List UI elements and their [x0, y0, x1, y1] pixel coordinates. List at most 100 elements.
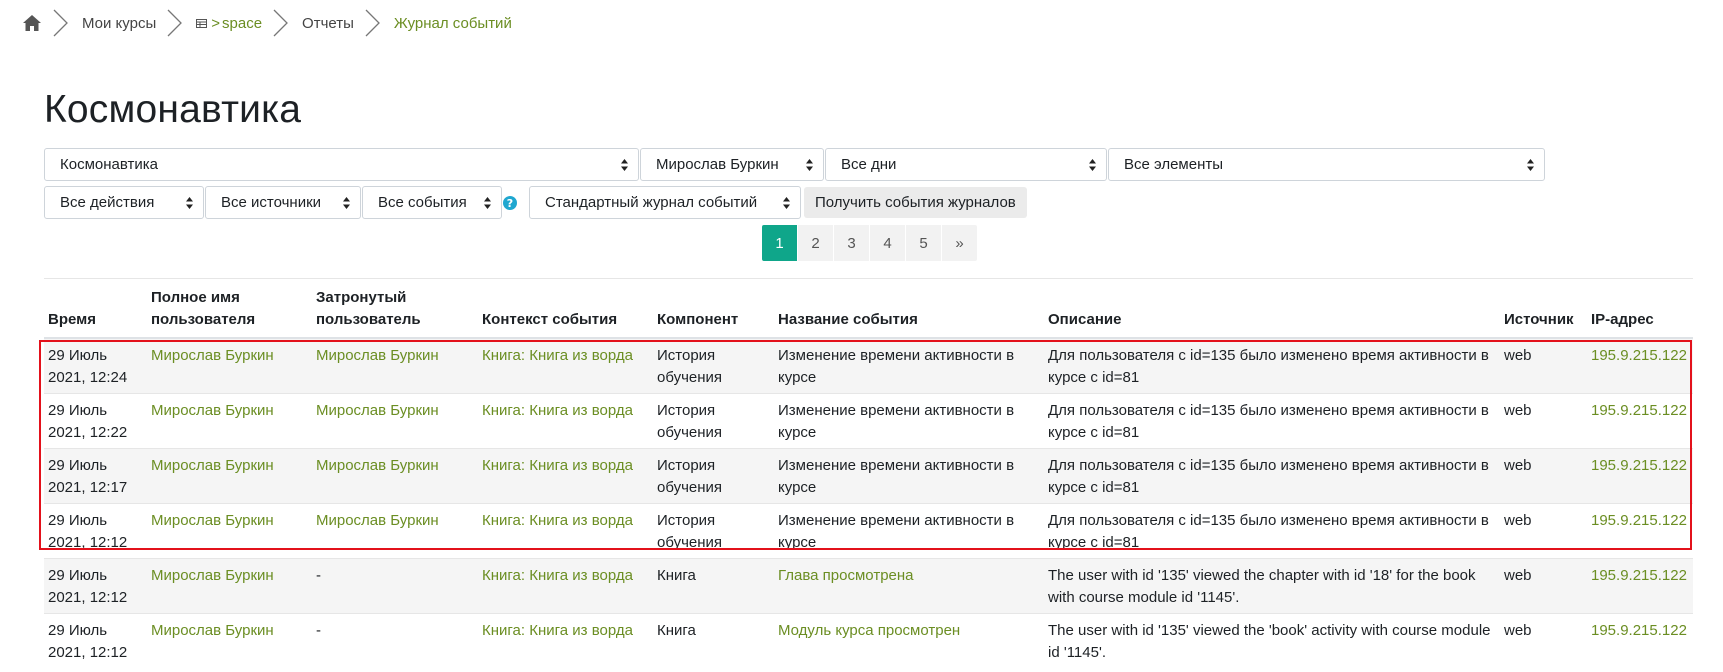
cell-component: История обучения: [653, 503, 774, 559]
breadcrumb-separator-icon: [53, 9, 68, 37]
origin-select-value: Все источники: [221, 194, 322, 211]
cell-ip-link[interactable]: 195.9.215.122: [1591, 512, 1687, 529]
breadcrumb-course-gt: >: [211, 14, 221, 32]
cell-user-link[interactable]: Мирослав Буркин: [151, 457, 274, 474]
header-origin[interactable]: Источник: [1500, 283, 1587, 339]
action-select[interactable]: Все действия: [44, 186, 204, 219]
select-arrows-icon: [186, 196, 193, 209]
cell-context-link[interactable]: Книга: Книга из ворда: [482, 402, 633, 419]
header-affected-user[interactable]: Затронутый пользователь: [312, 283, 478, 339]
cell-affected-user-link[interactable]: Мирослав Буркин: [316, 512, 439, 529]
cell-ip-link[interactable]: 195.9.215.122: [1591, 402, 1687, 419]
page-1[interactable]: 1: [762, 225, 797, 261]
cell-event-name-link[interactable]: Глава просмотрена: [778, 567, 914, 584]
cell-origin: web: [1500, 613, 1587, 668]
cell-time: 29 Июль 2021, 12:22: [44, 393, 147, 449]
cell-component: Книга: [653, 558, 774, 614]
select-arrows-icon: [783, 196, 790, 209]
cell-context-link[interactable]: Книга: Книга из ворда: [482, 457, 633, 474]
cell-event-name: Изменение времени активности в курсе: [774, 503, 1044, 559]
table-row: 29 Июль 2021, 12:17 Мирослав Буркин Миро…: [44, 448, 1693, 504]
cell-time: 29 Июль 2021, 12:12: [44, 613, 147, 668]
header-description[interactable]: Описание: [1044, 283, 1500, 339]
home-icon[interactable]: [22, 14, 42, 32]
cell-origin: web: [1500, 337, 1587, 394]
cell-description: Для пользователя с id=135 было изменено …: [1044, 503, 1500, 559]
breadcrumb-separator-icon: [167, 9, 183, 37]
edulevel-select-value: Все события: [378, 194, 467, 211]
activity-select-value: Все элементы: [1124, 156, 1224, 173]
cell-description: The user with id '135' viewed the 'book'…: [1044, 613, 1500, 668]
cell-origin: web: [1500, 558, 1587, 614]
page-4[interactable]: 4: [870, 225, 905, 261]
header-component[interactable]: Компонент: [653, 283, 774, 339]
breadcrumb-my-courses[interactable]: Мои курсы: [82, 15, 156, 32]
cell-description: Для пользователя с id=135 было изменено …: [1044, 448, 1500, 504]
user-select-value: Мирослав Буркин: [656, 156, 779, 173]
page-next[interactable]: »: [942, 225, 977, 261]
cell-description: Для пользователя с id=135 было изменено …: [1044, 393, 1500, 449]
cell-user-link[interactable]: Мирослав Буркин: [151, 512, 274, 529]
cell-time: 29 Июль 2021, 12:17: [44, 448, 147, 504]
cell-user-link[interactable]: Мирослав Буркин: [151, 347, 274, 364]
course-select[interactable]: Космонавтика: [44, 148, 639, 181]
cell-affected-user-link[interactable]: Мирослав Буркин: [316, 457, 439, 474]
course-select-value: Космонавтика: [60, 156, 158, 173]
select-arrows-icon: [1527, 158, 1534, 171]
logreader-select[interactable]: Стандартный журнал событий: [529, 186, 801, 219]
breadcrumb-current[interactable]: Журнал событий: [394, 15, 512, 32]
cell-origin: web: [1500, 448, 1587, 504]
cell-user-link[interactable]: Мирослав Буркин: [151, 567, 274, 584]
activity-select[interactable]: Все элементы: [1108, 148, 1545, 181]
get-logs-button[interactable]: Получить события журналов: [804, 187, 1027, 218]
date-select-value: Все дни: [841, 156, 897, 173]
page-3[interactable]: 3: [834, 225, 869, 261]
select-arrows-icon: [1089, 158, 1096, 171]
cell-time: 29 Июль 2021, 12:12: [44, 503, 147, 559]
cell-ip-link[interactable]: 195.9.215.122: [1591, 622, 1687, 639]
breadcrumb-separator-icon: [365, 9, 380, 37]
select-arrows-icon: [484, 196, 491, 209]
cell-ip-link[interactable]: 195.9.215.122: [1591, 567, 1687, 584]
breadcrumb-course-label: space: [222, 14, 263, 32]
cell-origin: web: [1500, 393, 1587, 449]
date-select[interactable]: Все дни: [825, 148, 1107, 181]
breadcrumb-course[interactable]: > space: [196, 15, 262, 32]
table-row: 29 Июль 2021, 12:12 Мирослав Буркин - Кн…: [44, 558, 1693, 614]
cell-user-link[interactable]: Мирослав Буркин: [151, 622, 274, 639]
help-icon[interactable]: ?: [503, 196, 517, 210]
table-row: 29 Июль 2021, 12:24 Мирослав Буркин Миро…: [44, 337, 1693, 394]
breadcrumb-reports[interactable]: Отчеты: [302, 15, 354, 32]
table-row: 29 Июль 2021, 12:22 Мирослав Буркин Миро…: [44, 393, 1693, 449]
cell-ip-link[interactable]: 195.9.215.122: [1591, 347, 1687, 364]
header-ip[interactable]: IP-адрес: [1587, 283, 1693, 339]
header-user[interactable]: Полное имя пользователя: [147, 283, 312, 339]
cell-affected-user-link[interactable]: Мирослав Буркин: [316, 347, 439, 364]
breadcrumb-separator-icon: [273, 9, 288, 37]
page-5[interactable]: 5: [906, 225, 941, 261]
select-arrows-icon: [806, 158, 813, 171]
cell-component: История обучения: [653, 337, 774, 394]
action-select-value: Все действия: [60, 194, 155, 211]
table-header-row: Время Полное имя пользователя Затронутый…: [44, 283, 1693, 339]
cell-context-link[interactable]: Книга: Книга из ворда: [482, 567, 633, 584]
header-time[interactable]: Время: [44, 283, 147, 339]
header-context[interactable]: Контекст события: [478, 283, 653, 339]
cell-event-name: Изменение времени активности в курсе: [774, 393, 1044, 449]
cell-context-link[interactable]: Книга: Книга из ворда: [482, 622, 633, 639]
edulevel-select[interactable]: Все события: [362, 186, 502, 219]
header-event-name[interactable]: Название события: [774, 283, 1044, 339]
cell-description: Для пользователя с id=135 было изменено …: [1044, 337, 1500, 394]
origin-select[interactable]: Все источники: [205, 186, 361, 219]
breadcrumb: Мои курсы > space Отчеты Журнал событий: [22, 8, 512, 38]
page-2[interactable]: 2: [798, 225, 833, 261]
cell-user-link[interactable]: Мирослав Буркин: [151, 402, 274, 419]
cell-time: 29 Июль 2021, 12:24: [44, 337, 147, 394]
user-select[interactable]: Мирослав Буркин: [640, 148, 824, 181]
cell-affected-user-link[interactable]: Мирослав Буркин: [316, 402, 439, 419]
cell-context-link[interactable]: Книга: Книга из ворда: [482, 512, 633, 529]
cell-event-name-link[interactable]: Модуль курса просмотрен: [778, 622, 960, 639]
cell-component: История обучения: [653, 393, 774, 449]
cell-ip-link[interactable]: 195.9.215.122: [1591, 457, 1687, 474]
cell-context-link[interactable]: Книга: Книга из ворда: [482, 347, 633, 364]
